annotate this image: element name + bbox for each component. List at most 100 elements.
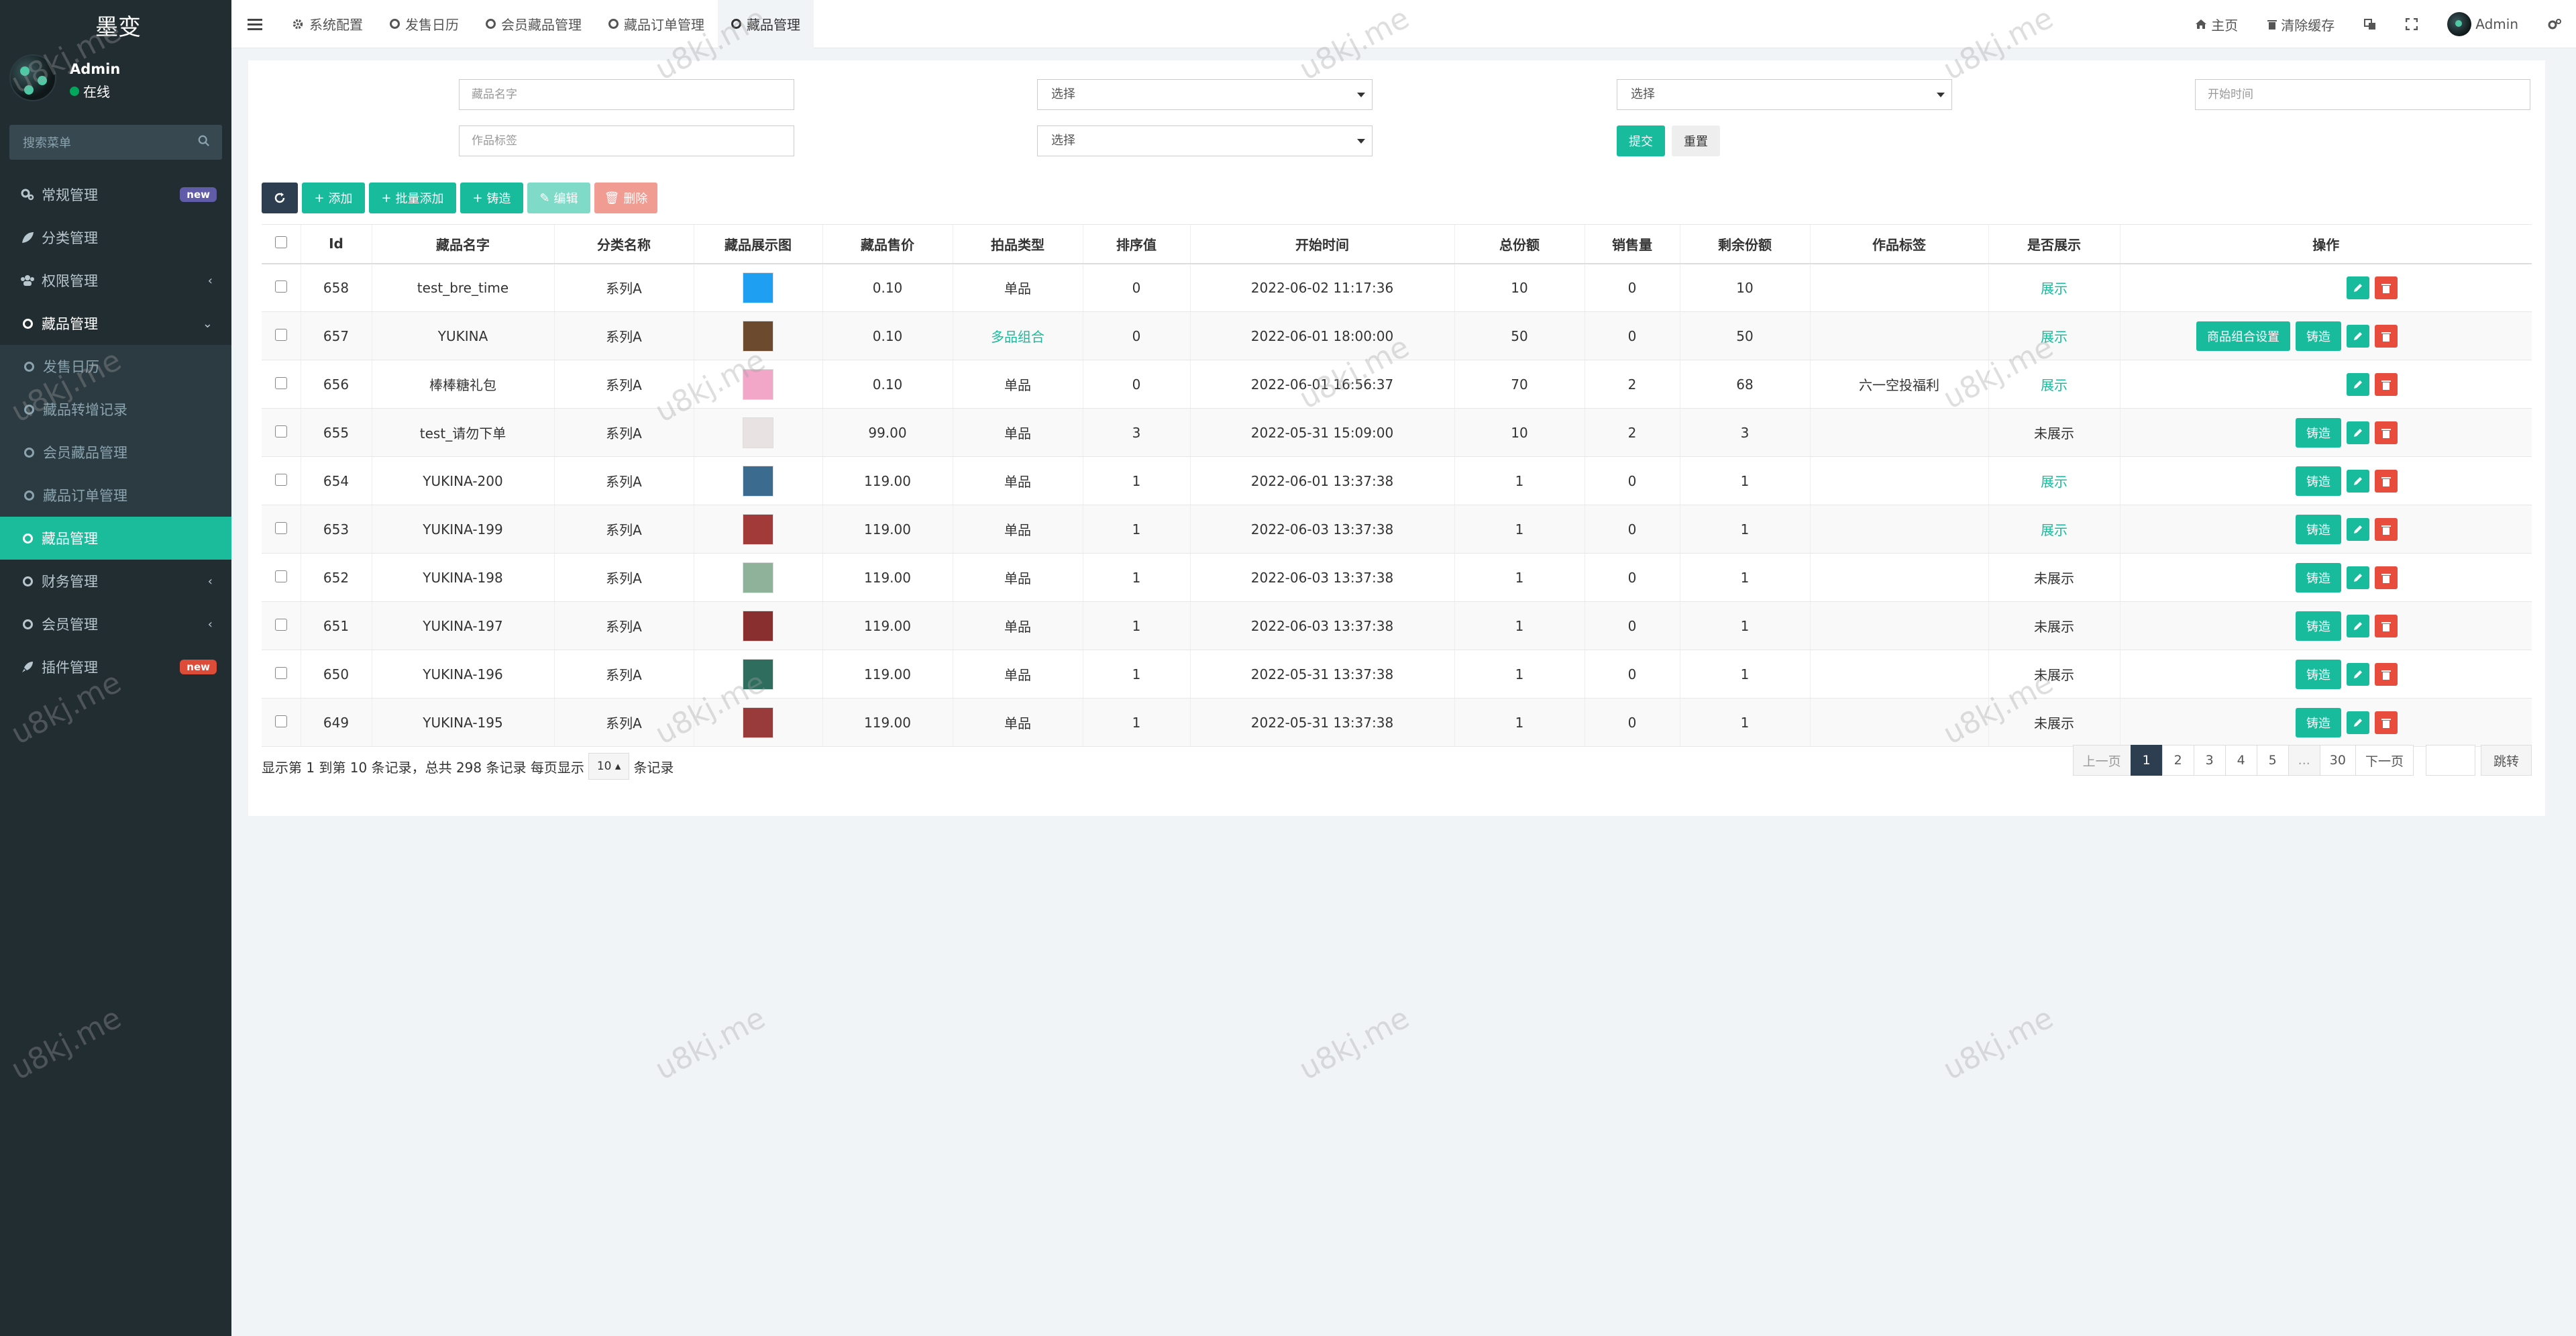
fullscreen-button[interactable] xyxy=(2391,0,2432,48)
row-checkbox[interactable] xyxy=(262,698,301,747)
collection-thumbnail[interactable] xyxy=(743,465,773,497)
row-mint-button[interactable]: 铸造 xyxy=(2296,707,2341,737)
row-checkbox[interactable] xyxy=(262,360,301,409)
settings-button[interactable] xyxy=(2533,0,2576,48)
row-mint-button[interactable]: 铸造 xyxy=(2296,321,2341,351)
row-edit-button[interactable] xyxy=(2347,372,2369,396)
page-button[interactable]: 1 xyxy=(2130,745,2163,776)
row-edit-button[interactable] xyxy=(2347,566,2369,589)
add-button[interactable]: + 添加 xyxy=(302,183,365,213)
row-delete-button[interactable] xyxy=(2375,517,2398,541)
row-mint-button[interactable]: 铸造 xyxy=(2296,562,2341,593)
tab-collection-manage[interactable]: 藏品管理 xyxy=(718,0,814,48)
page-button[interactable]: 5 xyxy=(2256,745,2289,776)
col-header[interactable]: Id xyxy=(300,224,372,264)
sidebar-item-collection-manage[interactable]: 藏品管理 xyxy=(0,517,231,560)
category-select[interactable]: 选择 xyxy=(1037,79,1373,110)
row-edit-button[interactable] xyxy=(2347,711,2369,734)
batch-add-button[interactable]: + 批量添加 xyxy=(369,183,456,213)
row-delete-button[interactable] xyxy=(2375,566,2398,589)
start-time-input[interactable]: 开始时间 xyxy=(2195,79,2530,110)
sidebar-item-members[interactable]: 会员管理 ‹ xyxy=(0,603,231,646)
row-mint-button[interactable]: 铸造 xyxy=(2296,659,2341,689)
sidebar-item-general[interactable]: 常规管理 new xyxy=(0,173,231,216)
cell-show[interactable]: 展示 xyxy=(1988,263,2120,312)
row-checkbox[interactable] xyxy=(262,505,301,554)
combo-settings-button[interactable]: 商品组合设置 xyxy=(2196,321,2290,351)
collection-thumbnail[interactable] xyxy=(743,272,773,303)
collection-thumbnail[interactable] xyxy=(743,368,773,400)
row-edit-button[interactable] xyxy=(2347,469,2369,493)
row-checkbox[interactable] xyxy=(262,650,301,699)
page-button[interactable]: 2 xyxy=(2161,745,2194,776)
row-edit-button[interactable] xyxy=(2347,421,2369,444)
row-delete-button[interactable] xyxy=(2375,614,2398,637)
page-button[interactable]: 4 xyxy=(2224,745,2257,776)
cell-show[interactable]: 展示 xyxy=(1988,505,2120,554)
row-checkbox[interactable] xyxy=(262,456,301,505)
show-select[interactable]: 选择 xyxy=(1037,125,1373,156)
row-edit-button[interactable] xyxy=(2347,517,2369,541)
mint-button[interactable]: + 铸造 xyxy=(460,183,523,213)
collection-thumbnail[interactable] xyxy=(743,417,773,448)
tab-release-calendar[interactable]: 发售日历 xyxy=(376,0,472,48)
tab-system-config[interactable]: 系统配置 xyxy=(278,0,376,48)
reset-button[interactable]: 重置 xyxy=(1672,125,1720,156)
sidebar-item-auth[interactable]: 权限管理 ‹ xyxy=(0,259,231,302)
collection-thumbnail[interactable] xyxy=(743,707,773,738)
page-button[interactable]: 30 xyxy=(2319,745,2356,776)
next-page-button[interactable]: 下一页 xyxy=(2355,745,2414,776)
row-delete-button[interactable] xyxy=(2375,421,2398,444)
row-delete-button[interactable] xyxy=(2375,469,2398,493)
sidebar-item-collection-orders[interactable]: 藏品订单管理 xyxy=(0,474,231,517)
row-mint-button[interactable]: 铸造 xyxy=(2296,611,2341,641)
name-filter-input[interactable]: 藏品名字 xyxy=(459,79,794,110)
collection-thumbnail[interactable] xyxy=(743,658,773,690)
collection-thumbnail[interactable] xyxy=(743,320,773,352)
cell-type[interactable]: 多品组合 xyxy=(952,311,1083,360)
sidebar-item-finance[interactable]: 财务管理 ‹ xyxy=(0,560,231,603)
row-checkbox[interactable] xyxy=(262,408,301,457)
jump-button[interactable]: 跳转 xyxy=(2480,745,2532,776)
sidebar-item-plugins[interactable]: 插件管理 new xyxy=(0,646,231,688)
cell-show[interactable]: 展示 xyxy=(1988,360,2120,409)
collection-thumbnail[interactable] xyxy=(743,513,773,545)
row-delete-button[interactable] xyxy=(2375,711,2398,734)
row-edit-button[interactable] xyxy=(2347,276,2369,299)
sidebar-search-input[interactable]: 搜索菜单 xyxy=(9,125,222,160)
submit-button[interactable]: 提交 xyxy=(1617,125,1665,156)
row-delete-button[interactable] xyxy=(2375,662,2398,686)
row-edit-button[interactable] xyxy=(2347,324,2369,348)
row-edit-button[interactable] xyxy=(2347,614,2369,637)
row-mint-button[interactable]: 铸造 xyxy=(2296,466,2341,496)
row-delete-button[interactable] xyxy=(2375,324,2398,348)
row-delete-button[interactable] xyxy=(2375,372,2398,396)
row-mint-button[interactable]: 铸造 xyxy=(2296,514,2341,544)
row-mint-button[interactable]: 铸造 xyxy=(2296,417,2341,448)
collection-thumbnail[interactable] xyxy=(743,562,773,593)
prev-page-button[interactable]: 上一页 xyxy=(2072,745,2131,776)
select-all-checkbox[interactable] xyxy=(262,224,301,264)
tab-collection-orders[interactable]: 藏品订单管理 xyxy=(595,0,718,48)
row-checkbox[interactable] xyxy=(262,553,301,602)
refresh-button[interactable] xyxy=(262,183,298,213)
page-button[interactable]: 3 xyxy=(2193,745,2226,776)
sidebar-item-category[interactable]: 分类管理 xyxy=(0,216,231,259)
sidebar-item-release-calendar[interactable]: 发售日历 xyxy=(0,345,231,388)
clear-cache-button[interactable]: 清除缓存 xyxy=(2253,0,2349,48)
home-link[interactable]: 主页 xyxy=(2180,0,2253,48)
collection-thumbnail[interactable] xyxy=(743,610,773,641)
row-checkbox[interactable] xyxy=(262,311,301,360)
app-logo[interactable]: 墨变 xyxy=(0,0,231,50)
page-size-select[interactable]: 10 ▴ xyxy=(588,753,630,780)
language-button[interactable] xyxy=(2349,0,2391,48)
cell-show[interactable]: 展示 xyxy=(1988,456,2120,505)
auction-type-select[interactable]: 选择 xyxy=(1617,79,1952,110)
row-checkbox[interactable] xyxy=(262,601,301,650)
sidebar-item-transfer-records[interactable]: 藏品转增记录 xyxy=(0,388,231,431)
user-menu[interactable]: Admin xyxy=(2432,0,2533,48)
sidebar-toggle-button[interactable] xyxy=(231,0,278,48)
search-icon[interactable] xyxy=(198,135,210,147)
sidebar-item-collection[interactable]: 藏品管理 ⌄ xyxy=(0,302,231,345)
row-checkbox[interactable] xyxy=(262,263,301,312)
